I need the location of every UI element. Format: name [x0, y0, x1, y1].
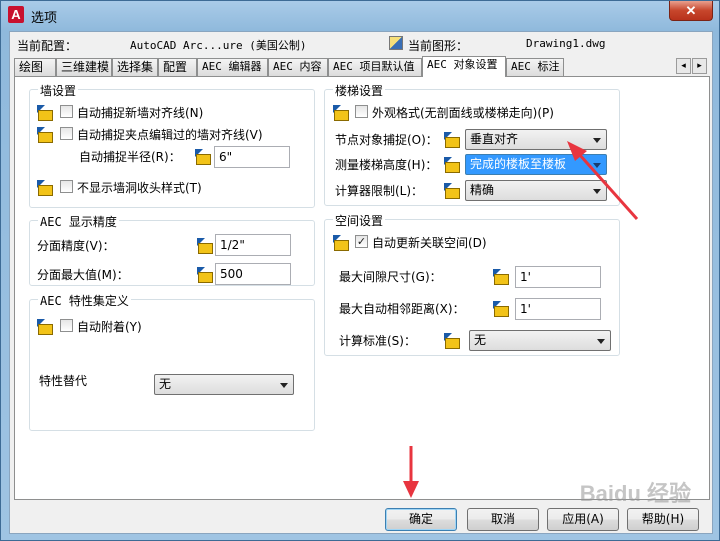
options-window: A 选项 ✕ 当前配置： AutoCAD Arc...ure (美国公制) 当前… — [0, 0, 720, 541]
max-adjacent-label: 最大自动相邻距离(X)： — [339, 302, 465, 316]
facet-precision-input[interactable]: 1/2" — [215, 234, 291, 256]
drawing-setting-icon — [444, 157, 460, 173]
display-precision-title: AEC 显示精度 — [38, 213, 119, 230]
drawing-setting-icon — [37, 105, 53, 121]
drawing-setting-icon — [37, 319, 53, 335]
window-title: 选项 — [31, 11, 58, 26]
tab-scroll-left-icon[interactable]: ◂ — [676, 58, 691, 74]
chevron-down-icon — [280, 383, 288, 388]
chevron-down-icon — [597, 339, 605, 344]
current-drawing-label: 当前图形： — [408, 39, 469, 53]
calc-limit-label: 计算器限制(L)： — [335, 184, 424, 198]
drawing-setting-icon — [444, 132, 460, 148]
tab-strip: 绘图 三维建模 选择集 配置 AEC 编辑器 AEC 内容 AEC 项目默认值 … — [14, 56, 710, 77]
tab-3d-modeling[interactable]: 三维建模 — [56, 58, 112, 76]
help-button[interactable]: 帮助(H) — [627, 508, 699, 531]
drawing-setting-icon — [444, 333, 460, 349]
no-cleanup-label: 不显示墙洞收头样式(T) — [77, 181, 202, 195]
tab-aec-content[interactable]: AEC 内容 — [268, 58, 328, 76]
property-set-title: AEC 特性集定义 — [38, 292, 131, 309]
max-gap-input[interactable]: 1' — [515, 266, 601, 288]
autosnap-new-wall-label: 自动捕捉新墙对齐线(N) — [77, 106, 204, 120]
space-settings-title: 空间设置 — [333, 212, 386, 229]
tab-aec-project-defaults[interactable]: AEC 项目默认值 — [328, 58, 422, 76]
aec-object-settings-panel: 墙设置 自动捕捉新墙对齐线(N) 自动捕捉夹点编辑过的墙对齐线(V) 自动捕捉半… — [14, 76, 710, 500]
facet-max-label: 分面最大值(M)： — [37, 268, 129, 282]
tab-profiles[interactable]: 配置 — [158, 58, 197, 76]
autosnap-grip-wall-label: 自动捕捉夹点编辑过的墙对齐线(V) — [77, 128, 263, 142]
measure-height-value: 完成的楼板至楼板 — [470, 157, 567, 171]
property-override-select[interactable]: 无 — [154, 374, 294, 395]
max-gap-label: 最大间隙尺寸(G)： — [339, 270, 442, 284]
auto-update-space-label: 自动更新关联空间(D) — [372, 236, 487, 250]
max-adjacent-input[interactable]: 1' — [515, 298, 601, 320]
drawing-setting-icon — [333, 235, 349, 251]
close-button[interactable]: ✕ — [669, 1, 713, 21]
drawing-icon — [389, 36, 403, 50]
display-precision-group: AEC 显示精度 分面精度(V)： 1/2" 分面最大值(M)： 500 — [29, 213, 315, 286]
drawing-setting-icon — [195, 149, 211, 165]
tab-aec-dimension[interactable]: AEC 标注 — [506, 58, 564, 76]
apply-button[interactable]: 应用(A) — [547, 508, 619, 531]
drawing-setting-icon — [493, 269, 509, 285]
profile-row: 当前配置： AutoCAD Arc...ure (美国公制) 当前图形： Dra… — [10, 32, 714, 56]
drawing-setting-icon — [197, 238, 213, 254]
tab-drafting[interactable]: 绘图 — [14, 58, 56, 76]
stair-presentation-checkbox[interactable] — [355, 105, 368, 118]
chevron-down-icon — [593, 138, 601, 143]
dialog-client: 当前配置： AutoCAD Arc...ure (美国公制) 当前图形： Dra… — [9, 31, 713, 534]
auto-attach-checkbox[interactable] — [60, 319, 73, 332]
space-settings-group: 空间设置 ✓ 自动更新关联空间(D) 最大间隙尺寸(G)： 1' 最大自动相邻距… — [324, 212, 620, 356]
chevron-down-icon — [593, 189, 601, 194]
node-snap-label: 节点对象捕捉(O)： — [335, 133, 438, 147]
snap-radius-input[interactable]: 6" — [214, 146, 290, 168]
wall-settings-group: 墙设置 自动捕捉新墙对齐线(N) 自动捕捉夹点编辑过的墙对齐线(V) 自动捕捉半… — [29, 82, 315, 208]
property-set-group: AEC 特性集定义 自动附着(Y) 特性替代 无 — [29, 292, 315, 431]
calc-limit-value: 精确 — [470, 183, 495, 197]
stair-settings-group: 楼梯设置 外观格式(无剖面线或楼梯走向)(P) 节点对象捕捉(O)： 垂直对齐 … — [324, 82, 620, 206]
current-drawing-value: Drawing1.dwg — [526, 37, 606, 50]
measure-height-select[interactable]: 完成的楼板至楼板 — [465, 154, 607, 175]
wall-settings-title: 墙设置 — [38, 82, 79, 99]
no-cleanup-checkbox[interactable] — [60, 180, 73, 193]
tab-scroll-right-icon[interactable]: ▸ — [692, 58, 707, 74]
autosnap-new-wall-checkbox[interactable] — [60, 105, 73, 118]
cancel-button[interactable]: 取消 — [467, 508, 539, 531]
snap-radius-label: 自动捕捉半径(R)： — [79, 150, 181, 164]
calc-standard-select[interactable]: 无 — [469, 330, 611, 351]
calc-standard-label: 计算标准(S)： — [339, 334, 416, 348]
tab-selection[interactable]: 选择集 — [112, 58, 158, 76]
auto-attach-label: 自动附着(Y) — [77, 320, 142, 334]
ok-button[interactable]: 确定 — [385, 508, 457, 531]
node-snap-value: 垂直对齐 — [470, 132, 519, 146]
current-profile-label: 当前配置： — [17, 39, 78, 53]
measure-height-label: 测量楼梯高度(H)： — [335, 158, 438, 172]
property-override-value: 无 — [159, 377, 172, 391]
baidu-watermark: Baidu 经验 — [579, 481, 691, 506]
title-bar[interactable]: A 选项 ✕ — [1, 1, 719, 29]
drawing-setting-icon — [197, 267, 213, 283]
autosnap-grip-wall-checkbox[interactable] — [60, 127, 73, 140]
current-profile-value: AutoCAD Arc...ure (美国公制) — [130, 39, 307, 52]
tab-aec-editor[interactable]: AEC 编辑器 — [197, 58, 268, 76]
property-override-label: 特性替代 — [39, 374, 88, 388]
tab-aec-object-settings[interactable]: AEC 对象设置 — [422, 56, 506, 77]
drawing-setting-icon — [444, 183, 460, 199]
chevron-down-icon — [593, 163, 601, 168]
stair-settings-title: 楼梯设置 — [333, 82, 386, 99]
facet-precision-label: 分面精度(V)： — [37, 239, 115, 253]
drawing-setting-icon — [37, 127, 53, 143]
calc-limit-select[interactable]: 精确 — [465, 180, 607, 201]
calc-standard-value: 无 — [474, 333, 487, 347]
auto-update-space-checkbox[interactable]: ✓ — [355, 235, 368, 248]
stair-presentation-label: 外观格式(无剖面线或楼梯走向)(P) — [372, 106, 554, 120]
autocad-logo-icon: A — [8, 6, 24, 23]
drawing-setting-icon — [493, 301, 509, 317]
facet-max-input[interactable]: 500 — [215, 263, 291, 285]
drawing-setting-icon — [333, 105, 349, 121]
drawing-setting-icon — [37, 180, 53, 196]
node-snap-select[interactable]: 垂直对齐 — [465, 129, 607, 150]
